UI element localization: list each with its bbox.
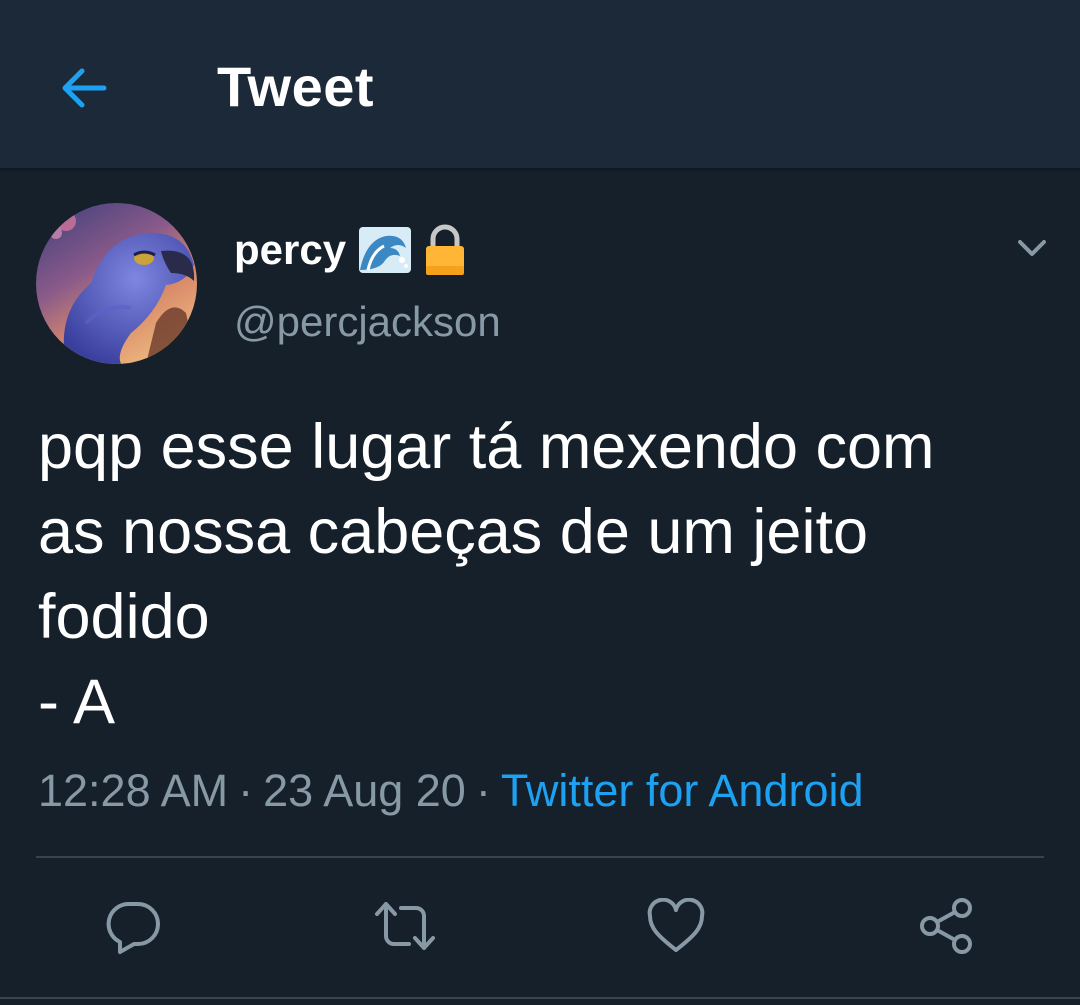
author-name-row[interactable]: percy <box>234 220 466 280</box>
avatar[interactable] <box>36 203 197 364</box>
top-app-bar: Tweet <box>0 0 1080 168</box>
tweet-meta: 12:28 AM · 23 Aug 20 · Twitter for Android <box>38 763 864 819</box>
tweet-text: pqp esse lugar tá mexendo com as nossa c… <box>38 412 935 737</box>
tweet-menu-button[interactable] <box>1006 222 1058 274</box>
arrow-left-icon <box>62 68 107 108</box>
reply-button[interactable] <box>102 894 166 958</box>
tweet-source-link[interactable]: Twitter for Android <box>501 765 864 816</box>
chevron-down-icon <box>1018 240 1046 256</box>
share-icon <box>920 898 972 954</box>
wave-emoji-icon <box>358 226 412 274</box>
like-button[interactable] <box>644 894 708 958</box>
meta-separator: · <box>238 765 254 816</box>
display-name: percy <box>234 226 347 273</box>
back-button[interactable] <box>40 44 128 132</box>
tweet-date: 23 Aug 20 <box>263 765 466 816</box>
share-button[interactable] <box>914 894 978 958</box>
tweet-time: 12:28 AM <box>38 765 229 816</box>
meta-separator: · <box>475 765 491 816</box>
lock-icon <box>424 224 466 276</box>
like-icon <box>647 898 705 952</box>
divider <box>36 856 1044 858</box>
author-handle[interactable]: @percjackson <box>234 294 501 350</box>
retweet-icon <box>375 902 435 950</box>
page-title: Tweet <box>217 55 375 118</box>
tweet-detail-screen: Tweet percy @percjackson pqp esse lugar … <box>0 0 1080 1005</box>
bottom-divider <box>0 997 1080 999</box>
retweet-button[interactable] <box>373 894 437 958</box>
header-shadow <box>0 168 1080 174</box>
avatar-image <box>36 203 197 364</box>
reply-icon <box>106 901 160 954</box>
